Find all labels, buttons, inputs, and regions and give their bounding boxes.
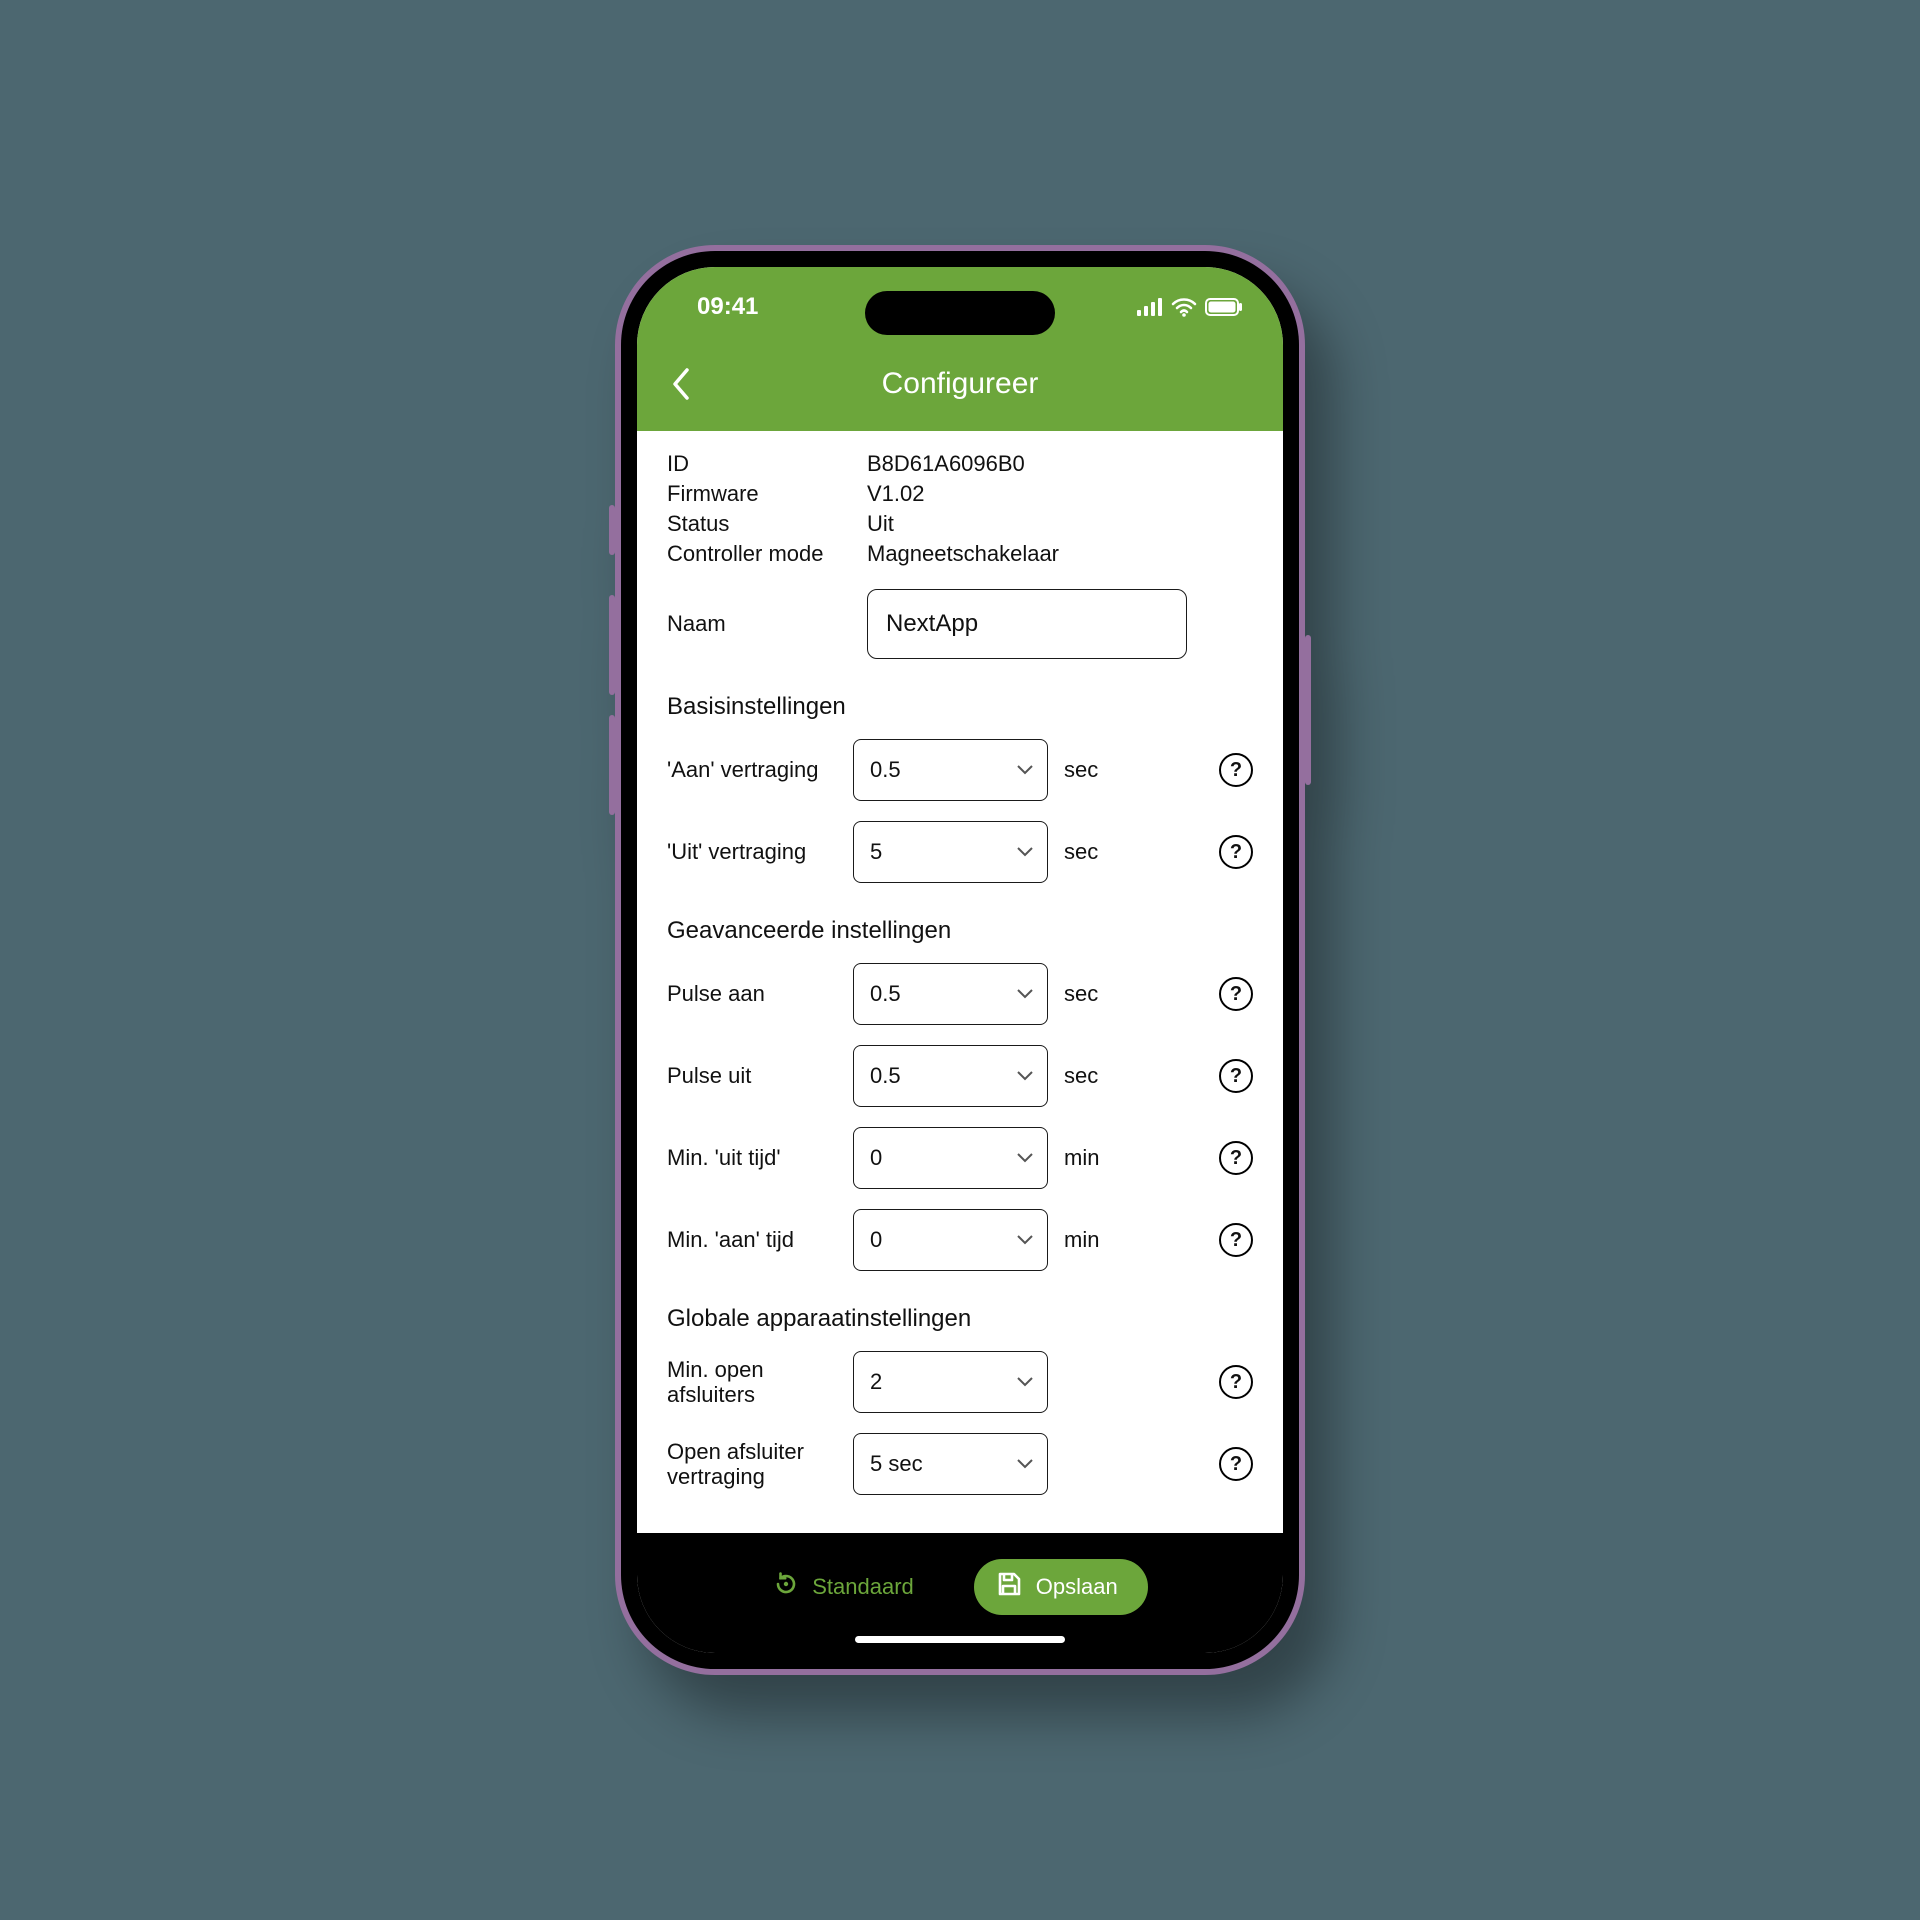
min-on-label: Min. 'aan' tijd — [667, 1227, 837, 1253]
home-indicator — [855, 1636, 1065, 1643]
on-delay-select[interactable]: 0.5 — [853, 739, 1048, 801]
open-delay-select[interactable]: 5 sec — [853, 1433, 1048, 1495]
info-status-label: Status — [667, 511, 867, 537]
phone-frame: 09:41 — [615, 245, 1305, 1675]
content-area: ID B8D61A6096B0 Firmware V1.02 Status Ui… — [637, 431, 1283, 1533]
on-delay-unit: sec — [1064, 757, 1114, 783]
off-delay-value: 5 — [870, 839, 882, 865]
info-id-value: B8D61A6096B0 — [867, 451, 1253, 477]
wifi-icon — [1171, 297, 1197, 317]
chevron-down-icon — [1017, 1153, 1033, 1163]
info-fw-value: V1.02 — [867, 481, 1253, 507]
save-icon — [996, 1571, 1022, 1603]
min-off-unit: min — [1064, 1145, 1114, 1171]
section-advanced-title: Geavanceerde instellingen — [667, 917, 1253, 945]
min-open-label: Min. open afsluiters — [667, 1357, 837, 1408]
info-id-label: ID — [667, 451, 867, 477]
off-delay-unit: sec — [1064, 839, 1114, 865]
cellular-icon — [1137, 298, 1163, 316]
back-button[interactable] — [661, 364, 701, 404]
pulse-on-help[interactable]: ? — [1219, 977, 1253, 1011]
section-basic-title: Basisinstellingen — [667, 693, 1253, 721]
reset-default-label: Standaard — [812, 1574, 914, 1600]
reset-default-button[interactable]: Standaard — [772, 1570, 914, 1604]
open-delay-label: Open afsluiter vertraging — [667, 1439, 837, 1490]
save-button-label: Opslaan — [1036, 1574, 1118, 1600]
off-delay-help[interactable]: ? — [1219, 835, 1253, 869]
min-on-unit: min — [1064, 1227, 1114, 1253]
page-title: Configureer — [637, 367, 1283, 401]
on-delay-label: 'Aan' vertraging — [667, 757, 837, 783]
info-mode-label: Controller mode — [667, 541, 867, 567]
dynamic-island — [865, 291, 1055, 335]
name-label: Naam — [667, 611, 847, 637]
name-input[interactable]: NextApp — [867, 589, 1187, 659]
info-mode-value: Magneetschakelaar — [867, 541, 1253, 567]
pulse-off-value: 0.5 — [870, 1063, 901, 1089]
chevron-down-icon — [1017, 1235, 1033, 1245]
chevron-down-icon — [1017, 1459, 1033, 1469]
info-fw-label: Firmware — [667, 481, 867, 507]
min-off-value: 0 — [870, 1145, 882, 1171]
volume-up-button — [609, 595, 615, 695]
min-off-select[interactable]: 0 — [853, 1127, 1048, 1189]
save-button[interactable]: Opslaan — [974, 1559, 1148, 1615]
on-delay-value: 0.5 — [870, 757, 901, 783]
min-on-help[interactable]: ? — [1219, 1223, 1253, 1257]
open-delay-help[interactable]: ? — [1219, 1447, 1253, 1481]
pulse-off-help[interactable]: ? — [1219, 1059, 1253, 1093]
pulse-off-unit: sec — [1064, 1063, 1114, 1089]
chevron-down-icon — [1017, 847, 1033, 857]
min-on-select[interactable]: 0 — [853, 1209, 1048, 1271]
min-off-label: Min. 'uit tijd' — [667, 1145, 837, 1171]
pulse-on-label: Pulse aan — [667, 981, 837, 1007]
section-global-title: Globale apparaatinstellingen — [667, 1305, 1253, 1333]
battery-icon — [1205, 298, 1243, 316]
volume-down-button — [609, 715, 615, 815]
status-time: 09:41 — [697, 293, 758, 321]
pulse-off-label: Pulse uit — [667, 1063, 837, 1089]
on-delay-help[interactable]: ? — [1219, 753, 1253, 787]
min-off-help[interactable]: ? — [1219, 1141, 1253, 1175]
min-open-help[interactable]: ? — [1219, 1365, 1253, 1399]
pulse-on-unit: sec — [1064, 981, 1114, 1007]
pulse-off-select[interactable]: 0.5 — [853, 1045, 1048, 1107]
name-input-value: NextApp — [886, 610, 978, 638]
pulse-on-select[interactable]: 0.5 — [853, 963, 1048, 1025]
off-delay-label: 'Uit' vertraging — [667, 839, 837, 865]
chevron-down-icon — [1017, 989, 1033, 999]
open-delay-value: 5 sec — [870, 1451, 923, 1477]
pulse-on-value: 0.5 — [870, 981, 901, 1007]
min-open-value: 2 — [870, 1369, 882, 1395]
info-status-value: Uit — [867, 511, 1253, 537]
chevron-down-icon — [1017, 1071, 1033, 1081]
restore-icon — [772, 1570, 800, 1604]
power-button — [1305, 635, 1311, 785]
device-info: ID B8D61A6096B0 Firmware V1.02 Status Ui… — [667, 451, 1253, 567]
chevron-down-icon — [1017, 765, 1033, 775]
chevron-down-icon — [1017, 1377, 1033, 1387]
footer-bar: Standaard Opslaan — [637, 1533, 1283, 1653]
min-on-value: 0 — [870, 1227, 882, 1253]
off-delay-select[interactable]: 5 — [853, 821, 1048, 883]
min-open-select[interactable]: 2 — [853, 1351, 1048, 1413]
side-button — [609, 505, 615, 555]
